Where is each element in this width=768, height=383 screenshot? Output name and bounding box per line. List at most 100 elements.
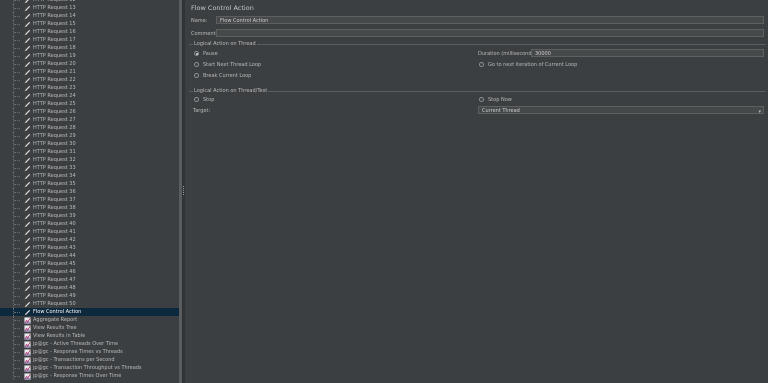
flow-control-action-panel: Flow Control Action Name: Flow Control A… [186, 0, 768, 383]
tree-item[interactable]: HTTP Request 47 [0, 276, 179, 284]
tree-item[interactable]: HTTP Request 17 [0, 36, 179, 44]
tree-item[interactable]: HTTP Request 38 [0, 204, 179, 212]
tree-guide-line [13, 12, 20, 20]
pencil-icon [24, 181, 31, 188]
tree-item[interactable]: HTTP Request 46 [0, 268, 179, 276]
tree-item[interactable]: HTTP Request 25 [0, 100, 179, 108]
tree-item[interactable]: HTTP Request 19 [0, 52, 179, 60]
pencil-icon [24, 165, 31, 172]
pencil-icon [24, 157, 31, 164]
chevron-down-icon[interactable]: ▾ [758, 108, 761, 116]
tree-item[interactable]: jp@gc - Active Threads Over Time [0, 340, 179, 348]
tree-item[interactable]: HTTP Request 32 [0, 156, 179, 164]
start-next-thread-loop-radio[interactable] [194, 62, 199, 67]
pause-radio[interactable] [194, 51, 199, 56]
tree-item[interactable]: HTTP Request 42 [0, 236, 179, 244]
tree-item[interactable]: HTTP Request 41 [0, 228, 179, 236]
tree-item[interactable]: HTTP Request 30 [0, 140, 179, 148]
tree-item-label: HTTP Request 39 [33, 213, 76, 219]
group-title-thread-test: Logical Action on Thread/Test [193, 88, 269, 94]
tree-item[interactable]: HTTP Request 14 [0, 12, 179, 20]
tree-item[interactable]: jp@gc - Response Times Over Time [0, 372, 179, 380]
pencil-icon [24, 221, 31, 228]
tree-item-label: HTTP Request 21 [33, 69, 76, 75]
tree-item[interactable]: HTTP Request 23 [0, 84, 179, 92]
tree-item[interactable]: Aggregate Report [0, 316, 179, 324]
tree-item[interactable]: jp@gc - Transactions per Second [0, 356, 179, 364]
tree-item[interactable]: HTTP Request 13 [0, 4, 179, 12]
tree-item[interactable]: HTTP Request 39 [0, 212, 179, 220]
tree-item-label: HTTP Request 14 [33, 13, 76, 19]
pencil-icon [24, 285, 31, 292]
tree-item[interactable]: HTTP Request 35 [0, 180, 179, 188]
tree-item[interactable]: HTTP Request 24 [0, 92, 179, 100]
stop-radio[interactable] [194, 97, 199, 102]
tree-item-label: HTTP Request 27 [33, 117, 76, 123]
tree-guide-line [13, 316, 20, 324]
tree-guide-line [13, 20, 20, 28]
pencil-icon [24, 205, 31, 212]
tree-item-label: HTTP Request 45 [33, 261, 76, 267]
tree-item[interactable]: HTTP Request 33 [0, 164, 179, 172]
stop-now-radio[interactable] [479, 97, 484, 102]
name-field[interactable]: Flow Control Action [216, 16, 764, 24]
chart-icon [24, 365, 31, 372]
tree-guide-line [13, 228, 20, 236]
tree-item-label: jp@gc - Transactions per Second [33, 357, 115, 363]
tree-item[interactable]: HTTP Request 22 [0, 76, 179, 84]
pencil-icon [24, 261, 31, 268]
tree-item[interactable]: HTTP Request 20 [0, 60, 179, 68]
tree-item[interactable]: HTTP Request 34 [0, 172, 179, 180]
tree-item[interactable]: HTTP Request 40 [0, 220, 179, 228]
tree-item[interactable]: HTTP Request 50 [0, 300, 179, 308]
tree-item[interactable]: HTTP Request 29 [0, 132, 179, 140]
duration-field[interactable]: 30000 [531, 49, 764, 57]
tree-item-label: HTTP Request 25 [33, 101, 76, 107]
tree-item-label: HTTP Request 49 [33, 293, 76, 299]
tree-item[interactable]: HTTP Request 44 [0, 252, 179, 260]
split-pane-divider[interactable] [182, 0, 185, 383]
tree-item[interactable]: HTTP Request 27 [0, 116, 179, 124]
tree-item[interactable]: HTTP Request 37 [0, 196, 179, 204]
break-current-loop-radio[interactable] [194, 73, 199, 78]
tree-item[interactable]: HTTP Request 16 [0, 28, 179, 36]
target-select[interactable]: Current Thread ▾ [478, 106, 764, 116]
panel-title: Flow Control Action [191, 4, 254, 12]
tree-item-label: HTTP Request 43 [33, 245, 76, 251]
tree-item[interactable]: HTTP Request 21 [0, 68, 179, 76]
tree-item-label: jp@gc - Response Times vs Threads [33, 349, 123, 355]
tree-item[interactable]: View Results in Table [0, 332, 179, 340]
tree-item-label: HTTP Request 36 [33, 189, 76, 195]
tree-guide-line [13, 132, 20, 140]
tree-item-label: jp@gc - Transaction Throughput vs Thread… [33, 365, 142, 371]
comments-field[interactable] [216, 29, 764, 37]
tree-guide-line [13, 164, 20, 172]
tree-item[interactable]: HTTP Request 15 [0, 20, 179, 28]
group-border-thread [189, 44, 766, 45]
tree-item[interactable]: HTTP Request 45 [0, 260, 179, 268]
tree-item[interactable]: jp@gc - Response Times vs Threads [0, 348, 179, 356]
tree-item-label: HTTP Request 47 [33, 277, 76, 283]
tree-guide-line [13, 36, 20, 44]
tree-item[interactable]: HTTP Request 31 [0, 148, 179, 156]
go-next-iteration-radio[interactable] [479, 62, 484, 67]
chart-icon [24, 357, 31, 364]
tree-item[interactable]: HTTP Request 48 [0, 284, 179, 292]
tree-item[interactable]: HTTP Request 18 [0, 44, 179, 52]
tree-item-label: Flow Control Action [33, 309, 82, 315]
splitter-grip-icon[interactable] [183, 186, 185, 195]
tree-item[interactable]: HTTP Request 26 [0, 108, 179, 116]
tree-item[interactable]: HTTP Request 28 [0, 124, 179, 132]
tree-item-label: HTTP Request 38 [33, 205, 76, 211]
pause-label: Pause [203, 51, 218, 57]
tree-item[interactable]: Flow Control Action [0, 308, 179, 316]
pencil-icon [24, 93, 31, 100]
test-plan-tree[interactable]: HTTP Request 12 HTTP Request 13 HTTP Reque… [0, 0, 179, 383]
tree-item[interactable]: View Results Tree [0, 324, 179, 332]
tree-item[interactable]: HTTP Request 49 [0, 292, 179, 300]
tree-item-label: HTTP Request 16 [33, 29, 76, 35]
tree-item[interactable]: HTTP Request 36 [0, 188, 179, 196]
tree-item[interactable]: HTTP Request 43 [0, 244, 179, 252]
tree-item[interactable]: jp@gc - Transaction Throughput vs Thread… [0, 364, 179, 372]
name-label: Name: [191, 18, 208, 24]
